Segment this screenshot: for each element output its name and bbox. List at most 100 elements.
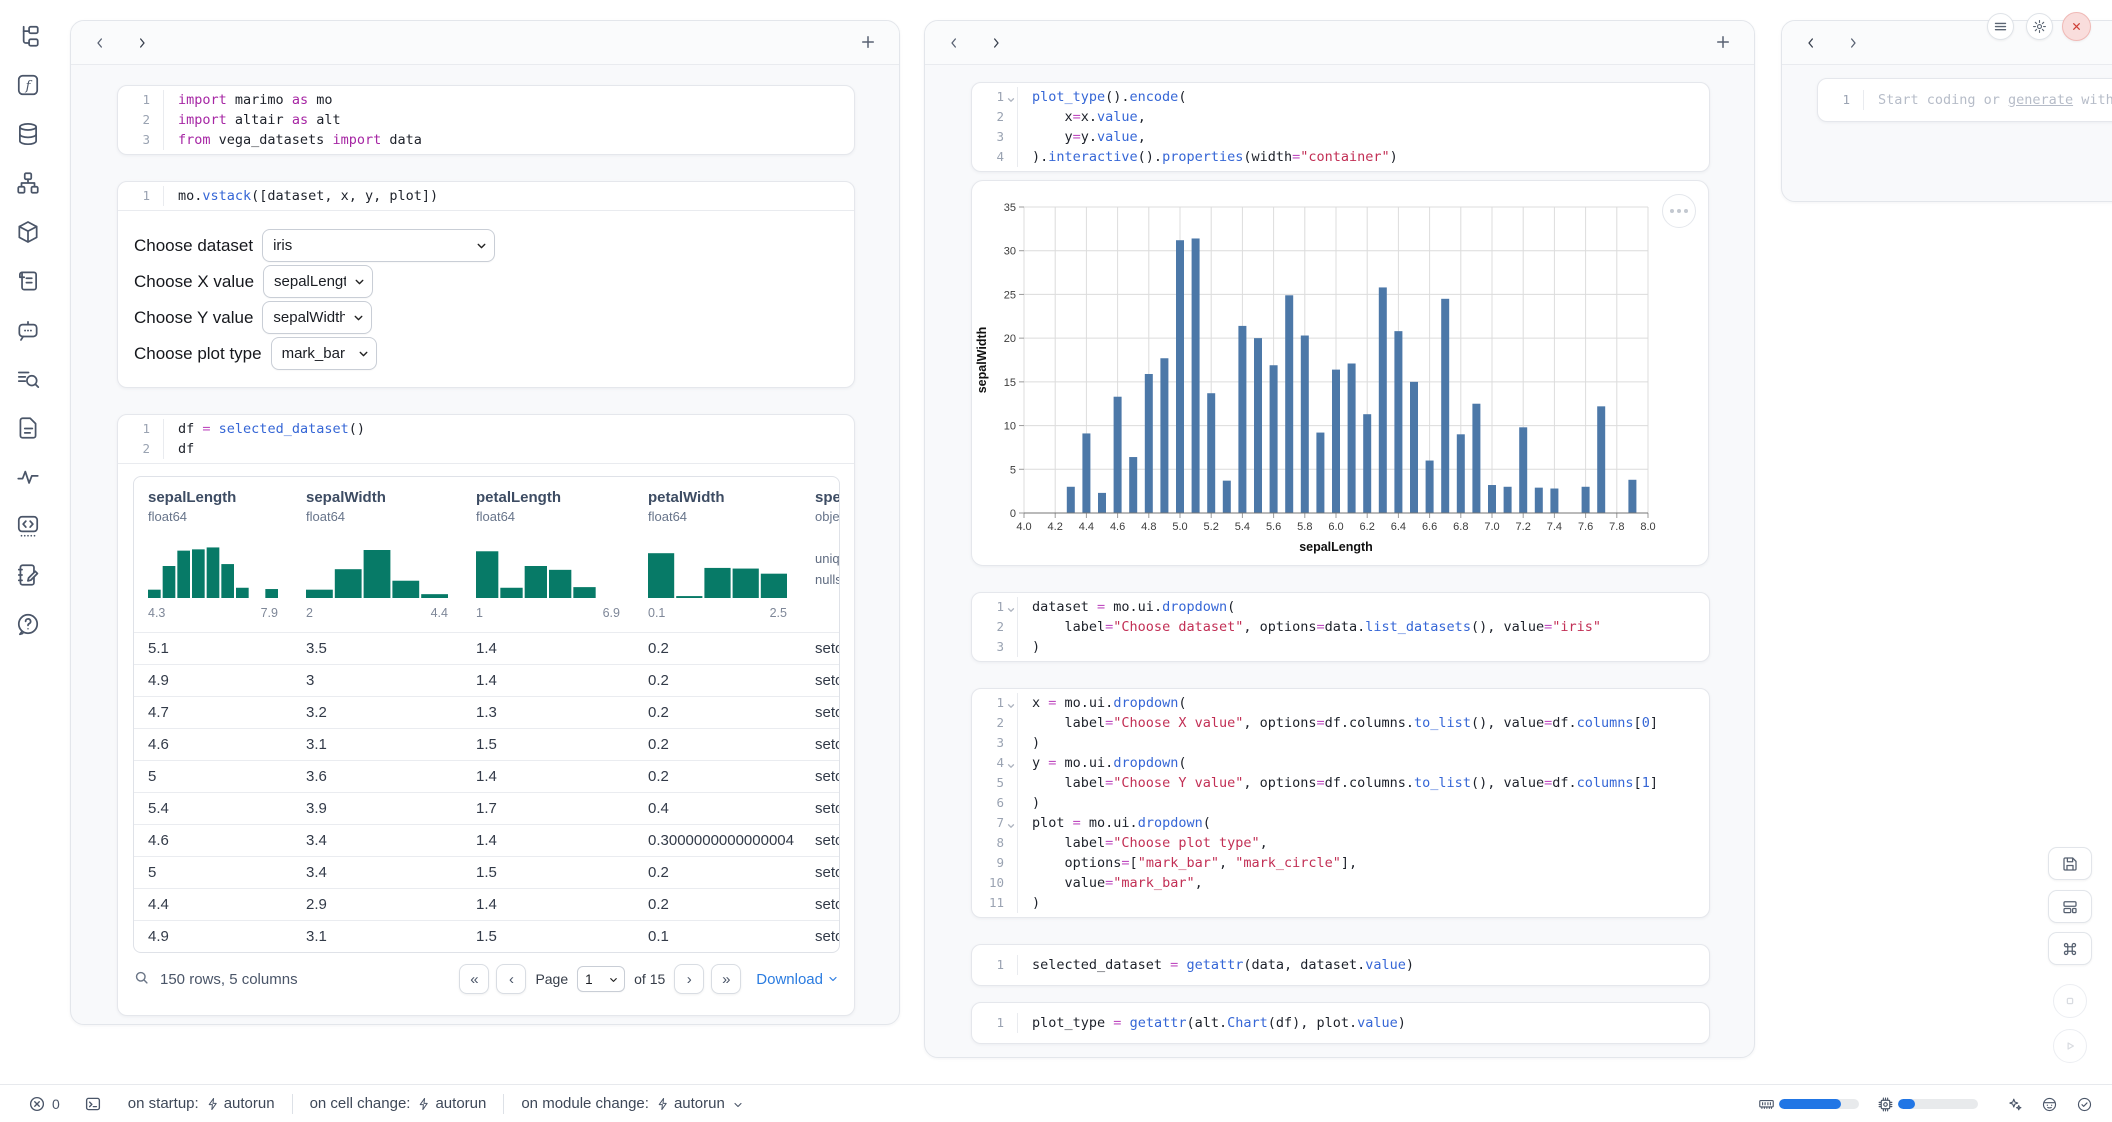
code-line[interactable]: 1plot_type = getattr(alt.Chart(df), plot…	[972, 1013, 1709, 1033]
code-line[interactable]: 2import altair as alt	[118, 110, 854, 130]
table-row[interactable]: 4.93.11.50.1setosa	[134, 920, 839, 952]
code-cell-selected-dataset[interactable]: 1selected_dataset = getattr(data, datase…	[971, 944, 1710, 986]
autorun-config-item[interactable]: on cell change:autorun	[310, 1095, 487, 1112]
scratchpad-icon[interactable]	[14, 561, 42, 589]
code-cell-imports[interactable]: 1import marimo as mo2import altair as al…	[117, 85, 855, 155]
dependency-graph-icon[interactable]	[14, 169, 42, 197]
fold-chevron-icon[interactable]	[1006, 697, 1016, 707]
code-line[interactable]: 1x = mo.ui.dropdown(	[972, 693, 1709, 713]
file-tree-icon[interactable]	[14, 22, 42, 50]
table-row[interactable]: 4.63.41.40.3000000000000004setosa	[134, 824, 839, 856]
code-line[interactable]: 1Start coding or generate with	[1818, 90, 2112, 110]
code-line[interactable]: 3from vega_datasets import data	[118, 130, 854, 150]
altair-chart-output[interactable]: 4.04.24.44.64.85.05.25.45.65.86.06.26.46…	[971, 180, 1709, 566]
code-cell-plot-type[interactable]: 1plot_type = getattr(alt.Chart(df), plot…	[971, 1002, 1710, 1044]
chevron-left-icon[interactable]	[1802, 34, 1820, 52]
layout-button[interactable]	[2048, 890, 2092, 923]
code-line[interactable]: 3)	[972, 637, 1709, 657]
code-line[interactable]: 7plot = mo.ui.dropdown(	[972, 813, 1709, 833]
scroll-icon[interactable]	[14, 267, 42, 295]
table-row[interactable]: 5.43.91.70.4setosa	[134, 792, 839, 824]
code-cell-empty[interactable]: 1Start coding or generate with	[1817, 78, 2112, 122]
chevron-right-icon[interactable]	[133, 34, 151, 52]
errors-icon[interactable]	[28, 1095, 46, 1113]
code-line[interactable]: 6)	[972, 793, 1709, 813]
database-icon[interactable]	[14, 120, 42, 148]
choose-y-value-select[interactable]: sepalWidth	[262, 301, 372, 334]
column-header-petalLength[interactable]: petalLengthfloat6416.9	[462, 477, 634, 632]
column-header-species[interactable]: speciesobjectunique:nulls:	[801, 477, 840, 632]
document-icon[interactable]	[14, 414, 42, 442]
autorun-config-item[interactable]: on module change:autorun	[521, 1095, 743, 1112]
code-cell-vstack[interactable]: 1mo.vstack([dataset, x, y, plot]) Choose…	[117, 181, 855, 388]
column-header-petalWidth[interactable]: petalWidthfloat640.12.5	[634, 477, 801, 632]
code-line[interactable]: 4y = mo.ui.dropdown(	[972, 753, 1709, 773]
table-row[interactable]: 5.13.51.40.2setosa	[134, 632, 839, 664]
table-row[interactable]: 4.42.91.40.2setosa	[134, 888, 839, 920]
chevron-right-icon[interactable]	[1844, 34, 1862, 52]
code-line[interactable]: 2 label="Choose dataset", options=data.l…	[972, 617, 1709, 637]
run-button[interactable]	[2053, 1029, 2087, 1063]
code-line[interactable]: 1selected_dataset = getattr(data, datase…	[972, 955, 1709, 975]
code-line[interactable]: 4).interactive().properties(width="conta…	[972, 147, 1709, 167]
code-line[interactable]: 1plot_type().encode(	[972, 87, 1709, 107]
column-header-sepalWidth[interactable]: sepalWidthfloat6424.4	[292, 477, 462, 632]
assistant-robot-icon[interactable]	[2041, 1096, 2058, 1113]
bar-chart[interactable]: 4.04.24.44.64.85.05.25.45.65.86.06.26.46…	[972, 181, 1710, 567]
fold-chevron-icon[interactable]	[1006, 601, 1016, 611]
chevron-left-icon[interactable]	[91, 34, 109, 52]
chevron-left-icon[interactable]	[945, 34, 963, 52]
table-row[interactable]: 53.61.40.2setosa	[134, 760, 839, 792]
chart-menu-icon[interactable]	[1662, 194, 1696, 228]
command-palette-button[interactable]	[2048, 932, 2092, 965]
menu-icon[interactable]	[1987, 13, 2014, 40]
table-row[interactable]: 4.73.21.30.2setosa	[134, 696, 839, 728]
code-cell-dataframe[interactable]: 1df = selected_dataset()2df sepalLengthf…	[117, 414, 855, 1016]
next-page-button[interactable]: ›	[674, 964, 704, 994]
fold-chevron-icon[interactable]	[1006, 91, 1016, 101]
choose-dataset-select[interactable]: iris	[262, 229, 495, 262]
code-line[interactable]: 1mo.vstack([dataset, x, y, plot])	[118, 186, 854, 206]
table-row[interactable]: 4.931.40.2setosa	[134, 664, 839, 696]
code-cell-dataset-dropdown[interactable]: 1dataset = mo.ui.dropdown(2 label="Choos…	[971, 592, 1710, 662]
code-line[interactable]: 10 value="mark_bar",	[972, 873, 1709, 893]
code-line[interactable]: 1dataset = mo.ui.dropdown(	[972, 597, 1709, 617]
code-line[interactable]: 1df = selected_dataset()	[118, 419, 854, 439]
terminal-icon[interactable]	[84, 1095, 102, 1113]
choose-x-value-select[interactable]: sepalLength	[263, 265, 373, 298]
autorun-config-item[interactable]: on startup:autorun	[128, 1095, 275, 1112]
first-page-button[interactable]: «	[459, 964, 489, 994]
function-square-icon[interactable]: f	[14, 71, 42, 99]
table-row[interactable]: 4.63.11.50.2setosa	[134, 728, 839, 760]
code-line[interactable]: 1import marimo as mo	[118, 90, 854, 110]
code-cell-plot[interactable]: 1plot_type().encode(2 x=x.value,3 y=y.va…	[971, 82, 1710, 172]
save-button[interactable]	[2048, 847, 2092, 880]
activity-icon[interactable]	[14, 463, 42, 491]
add-cell-icon[interactable]	[859, 33, 879, 53]
page-select[interactable]: 1	[577, 966, 625, 992]
search-list-icon[interactable]	[14, 365, 42, 393]
table-row[interactable]: 53.41.50.2setosa	[134, 856, 839, 888]
chevron-right-icon[interactable]	[987, 34, 1005, 52]
code-line[interactable]: 2df	[118, 439, 854, 459]
chat-assistant-icon[interactable]	[14, 316, 42, 344]
fold-chevron-icon[interactable]	[1006, 757, 1016, 767]
last-page-button[interactable]: »	[711, 964, 741, 994]
code-cell-xy-dropdowns[interactable]: 1x = mo.ui.dropdown(2 label="Choose X va…	[971, 688, 1710, 918]
download-button[interactable]: Download	[756, 971, 839, 988]
ai-sparkles-icon[interactable]	[2006, 1096, 2023, 1113]
help-icon[interactable]	[14, 610, 42, 638]
code-line[interactable]: 3)	[972, 733, 1709, 753]
search-icon[interactable]	[133, 969, 150, 990]
code-line[interactable]: 5 label="Choose Y value", options=df.col…	[972, 773, 1709, 793]
code-line[interactable]: 11)	[972, 893, 1709, 913]
code-line[interactable]: 2 x=x.value,	[972, 107, 1709, 127]
code-snippets-icon[interactable]	[14, 512, 42, 540]
choose-plot-type-select[interactable]: mark_bar	[271, 337, 377, 370]
stop-button[interactable]	[2053, 984, 2087, 1018]
close-icon[interactable]	[2062, 12, 2091, 41]
add-cell-icon[interactable]	[1714, 33, 1734, 53]
code-line[interactable]: 3 y=y.value,	[972, 127, 1709, 147]
column-header-sepalLength[interactable]: sepalLengthfloat644.37.9	[134, 477, 292, 632]
code-line[interactable]: 8 label="Choose plot type",	[972, 833, 1709, 853]
